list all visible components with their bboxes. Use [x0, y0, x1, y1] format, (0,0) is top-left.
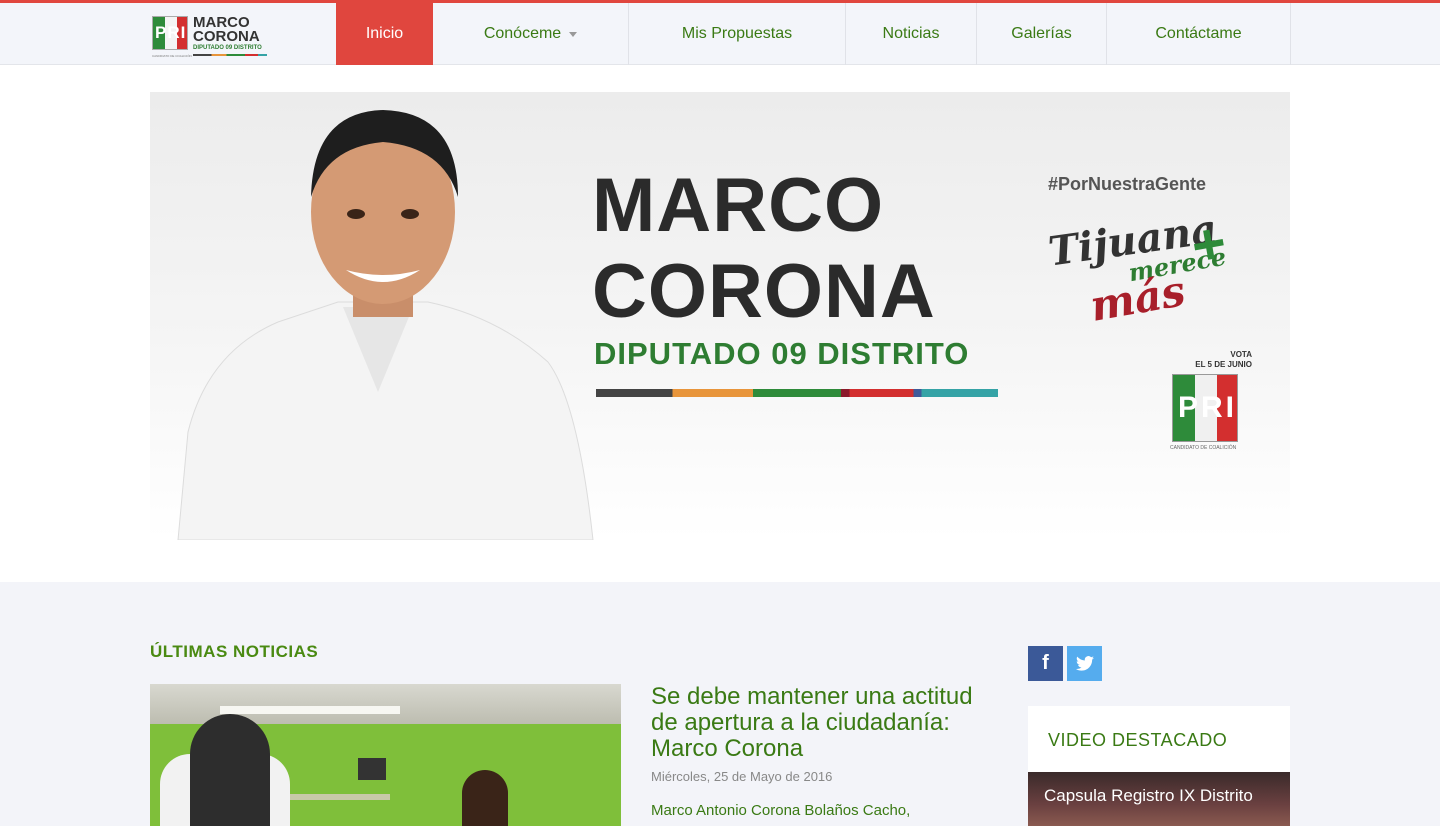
twitter-bird-icon	[1075, 656, 1094, 671]
video-caption: Capsula Registro IX Distrito	[1044, 786, 1253, 805]
nav-item-galerias[interactable]: Galerías	[977, 3, 1107, 65]
logo-name-line2: CORONA	[193, 28, 260, 45]
slogan-word-mas: más	[1086, 266, 1189, 331]
hero-color-stripe	[596, 389, 998, 397]
news-section-title: ÚLTIMAS NOTICIAS	[150, 642, 319, 661]
facebook-icon[interactable]: f	[1028, 646, 1063, 681]
logo-color-stripe	[193, 54, 267, 56]
logo-caption: CANDIDATO DE COALICIÓN	[152, 54, 192, 58]
twitter-icon[interactable]	[1067, 646, 1102, 681]
nav-item-contactame[interactable]: Contáctame	[1107, 3, 1291, 65]
logo-subtitle: DIPUTADO 09 DISTRITO	[193, 45, 262, 51]
news-title-link[interactable]: Se debe mantener una actitud de apertura…	[651, 684, 981, 762]
vote-line1: VOTA	[1230, 350, 1252, 359]
hero-hashtag: #PorNuestraGente	[1048, 174, 1207, 194]
hero-banner[interactable]: MARCO CORONA DIPUTADO 09 DISTRITO #PorNu…	[150, 92, 1290, 540]
nav-item-mis-propuestas[interactable]: Mis Propuestas	[629, 3, 846, 65]
nav-item-noticias[interactable]: Noticias	[846, 3, 977, 65]
hero-title-line1: MARCO	[592, 163, 885, 248]
site-logo[interactable]: PRI MARCO CORONA DIPUTADO 09 DISTRITO CA…	[152, 14, 272, 58]
chevron-down-icon	[569, 31, 578, 37]
hero-subtitle: DIPUTADO 09 DISTRITO	[594, 336, 970, 371]
video-thumbnail[interactable]: Capsula Registro IX Distrito	[1028, 772, 1290, 826]
news-date: Miércoles, 25 de Mayo de 2016	[651, 769, 833, 784]
party-caption: CANDIDATO DE COALICIÓN	[1170, 445, 1237, 451]
vote-date: VOTA EL 5 DE JUNIO	[1170, 350, 1252, 370]
pri-logo-icon: PRI	[152, 16, 188, 50]
nav-item-conoceme-label: Conóceme	[483, 25, 562, 42]
nav-item-conoceme[interactable]: Conóceme	[433, 3, 629, 65]
news-thumbnail[interactable]	[150, 684, 621, 826]
hero-title-line2: CORONA	[592, 249, 936, 334]
featured-video-card: VIDEO DESTACADO Capsula Registro IX Dist…	[1028, 706, 1290, 826]
vote-line2: EL 5 DE JUNIO	[1195, 360, 1252, 369]
nav-item-inicio[interactable]: Inicio	[336, 3, 433, 65]
video-section-title: VIDEO DESTACADO	[1048, 730, 1228, 750]
news-excerpt: Marco Antonio Corona Bolaños Cacho,	[651, 802, 911, 819]
site-header: PRI MARCO CORONA DIPUTADO 09 DISTRITO CA…	[0, 3, 1440, 65]
pri-party-logo-icon: PRI	[1172, 374, 1238, 442]
candidate-photo	[177, 110, 594, 540]
main-nav: Inicio Conóceme Mis Propuestas Noticias …	[336, 3, 1291, 65]
